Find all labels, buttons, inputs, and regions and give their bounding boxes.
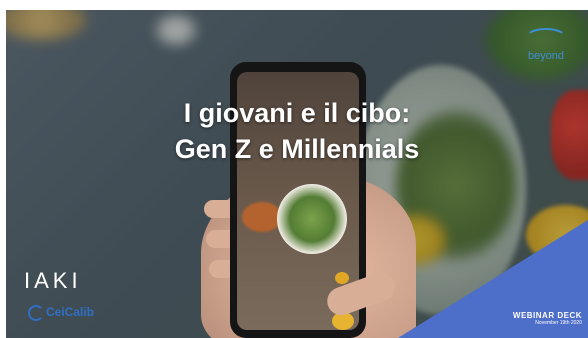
screen-salad-plate (277, 184, 347, 254)
slide-title: I giovani e il cibo: Gen Z e Millennials (6, 95, 588, 167)
title-line-1: I giovani e il cibo: (183, 98, 411, 128)
webinar-deck-label: WEBINAR DECK November 19th 2020 (513, 311, 582, 326)
slide: I giovani e il cibo: Gen Z e Millennials… (6, 10, 588, 338)
title-line-2: Gen Z e Millennials (174, 134, 420, 164)
ceicalib-logo: CeiCalib (28, 305, 94, 321)
screen-egg (335, 272, 349, 284)
beyond-logo: beyond (506, 28, 586, 88)
ceicalib-logo-text: CeiCalib (46, 305, 95, 320)
iaki-logo: IAKI (24, 268, 82, 293)
webinar-deck-date: November 19th 2020 (535, 320, 582, 326)
beyond-swirl-icon (525, 28, 567, 48)
ceicalib-mark-icon (28, 305, 44, 321)
beyond-logo-text: beyond (527, 50, 565, 62)
screen-dish (242, 202, 282, 232)
webinar-deck-title: WEBINAR DECK (512, 311, 582, 320)
